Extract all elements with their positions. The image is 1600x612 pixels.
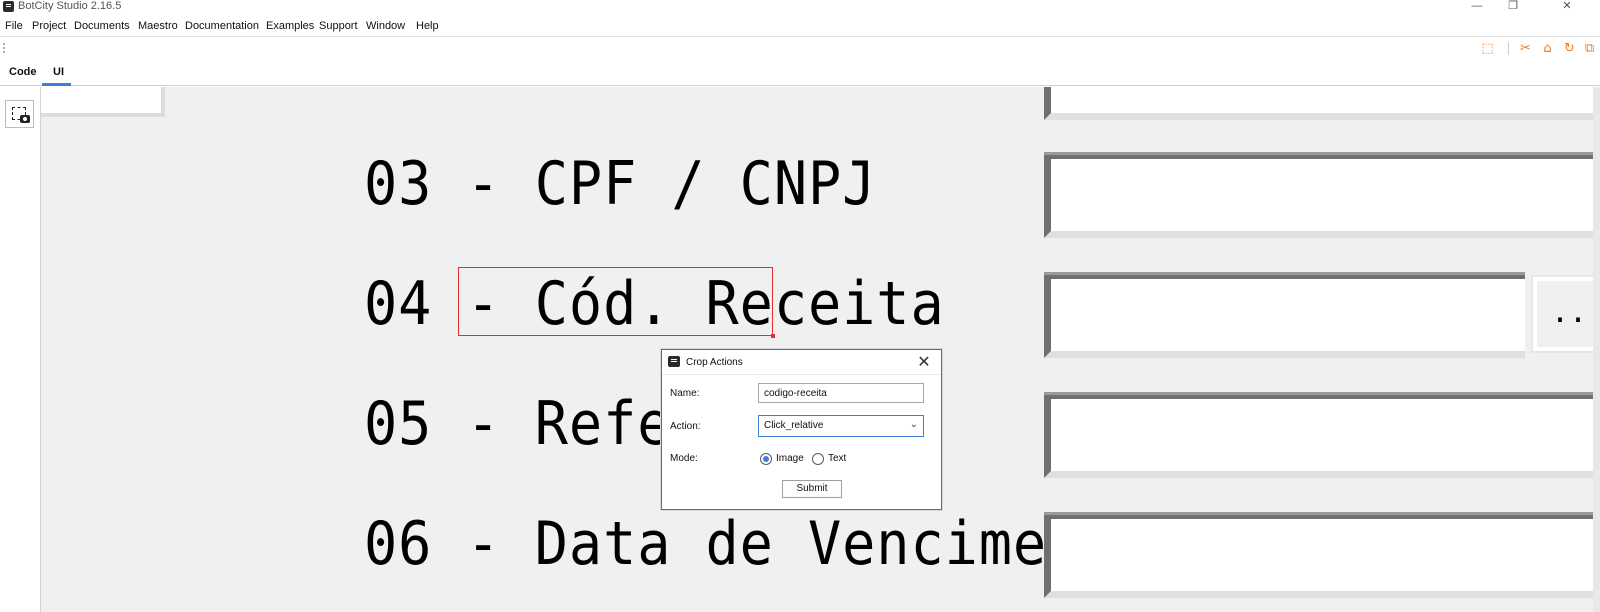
title-bar: BotCity Studio 2.16.5 — ❐ ✕ [0, 0, 1600, 14]
menu-project[interactable]: Project [32, 18, 66, 34]
mode-image-radio[interactable] [760, 453, 772, 465]
close-icon[interactable]: ✕ [915, 353, 933, 371]
input-field-cpf-cnpj [1044, 152, 1593, 238]
action-selected-value: Click_relative [764, 420, 824, 431]
mode-text-radio[interactable] [812, 453, 824, 465]
restore-button[interactable]: ❐ [1498, 0, 1528, 14]
name-label: Name: [670, 388, 700, 399]
input-field-cod-receita [1044, 272, 1525, 358]
minimize-button[interactable]: — [1462, 0, 1492, 14]
active-tab-indicator [42, 83, 71, 86]
capture-screen-button[interactable] [5, 100, 34, 128]
close-window-button[interactable]: ✕ [1552, 0, 1582, 14]
editor-tabs: Code UI [0, 58, 1600, 86]
app-icon [3, 1, 14, 12]
ellipsis-button: ... [1531, 275, 1595, 353]
chevron-down-icon: ⌄ [909, 419, 918, 430]
left-tool-panel [0, 87, 41, 612]
camera-icon [20, 115, 30, 123]
dialog-title: Crop Actions [686, 357, 743, 368]
crop-resize-handle[interactable] [771, 334, 775, 338]
toolbar-separator [1508, 42, 1509, 55]
input-field-data-vencimento [1044, 512, 1593, 598]
package-icon[interactable]: ⧉ [1582, 41, 1597, 56]
menu-bar: File Project Documents Maestro Documenta… [0, 16, 1600, 36]
refresh-icon[interactable]: ↻ [1562, 41, 1577, 56]
crop-actions-dialog: Crop Actions ✕ Name: Action: Click_relat… [661, 349, 942, 510]
home-upload-icon[interactable]: ⌂ [1540, 41, 1555, 56]
action-label: Action: [670, 421, 701, 432]
input-field-top [1044, 87, 1593, 120]
mode-label: Mode: [670, 453, 698, 464]
label-cpf-cnpj: 03 - CPF / CNPJ [364, 149, 877, 219]
toolbar-grip[interactable] [3, 43, 5, 53]
dialog-app-icon [668, 356, 680, 367]
submit-button[interactable]: Submit [782, 480, 842, 498]
mode-text-label[interactable]: Text [828, 452, 846, 465]
menu-documentation[interactable]: Documentation [185, 18, 259, 34]
label-data-vencimento: 06 - Data de Vencimento [364, 509, 1150, 579]
action-select[interactable]: Click_relative ⌄ [758, 415, 924, 437]
mode-image-label[interactable]: Image [776, 452, 804, 465]
window-title: BotCity Studio 2.16.5 [18, 0, 122, 12]
tab-ui[interactable]: UI [53, 65, 64, 79]
menu-help[interactable]: Help [416, 18, 439, 34]
menu-file[interactable]: File [5, 18, 23, 34]
menu-documents[interactable]: Documents [74, 18, 130, 34]
name-field[interactable] [758, 383, 924, 403]
menu-window[interactable]: Window [366, 18, 405, 34]
menu-maestro[interactable]: Maestro [138, 18, 178, 34]
partial-input-box [41, 87, 165, 117]
crop-selection-rect[interactable] [458, 267, 773, 336]
dialog-header: Crop Actions ✕ [662, 350, 941, 375]
menu-support[interactable]: Support [319, 18, 358, 34]
tab-code[interactable]: Code [9, 65, 37, 79]
crop-select-icon[interactable]: ⬚ [1480, 41, 1495, 56]
canvas-right-edge [1593, 87, 1600, 612]
input-field-referencia [1044, 392, 1593, 478]
toolbar: ⬚ ✂ ⌂ ↻ ⧉ [0, 36, 1600, 58]
menu-examples[interactable]: Examples [266, 18, 314, 34]
tools-icon[interactable]: ✂ [1518, 41, 1533, 56]
